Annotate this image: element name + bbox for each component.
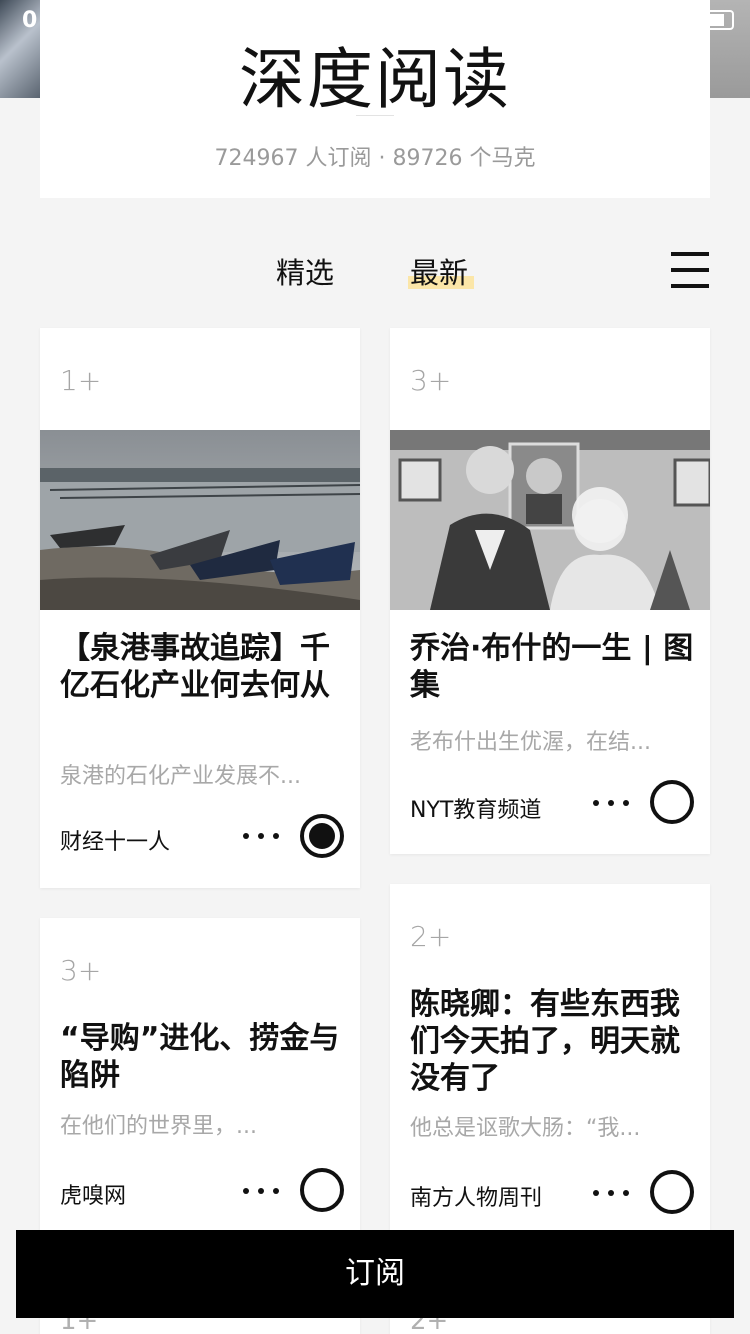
mark-toggle-icon[interactable] <box>650 780 694 824</box>
article-title[interactable]: 陈晓卿：有些东西我们今天拍了，明天就没有了 <box>410 986 695 1097</box>
mark-toggle-icon[interactable] <box>300 814 344 858</box>
more-icon[interactable] <box>593 800 633 808</box>
article-title[interactable]: 【泉港事故追踪】千亿石化产业何去何从 <box>60 630 345 704</box>
more-icon[interactable] <box>243 1188 283 1196</box>
source-name[interactable]: 南方人物周刊 <box>410 1180 542 1212</box>
source-name[interactable]: NYT教育频道 <box>410 792 541 824</box>
column-header: 深度阅读 724967 人订阅 · 89726 个马克 <box>40 0 710 198</box>
article-card[interactable]: 2+ 陈晓卿：有些东西我们今天拍了，明天就没有了 他总是讴歌大肠：“我... 南… <box>390 884 710 1230</box>
more-icon[interactable] <box>243 833 283 841</box>
status-time: 0 <box>22 8 38 33</box>
source-name[interactable]: 财经十一人 <box>60 824 170 856</box>
article-summary: 泉港的石化产业发展不... <box>60 764 301 789</box>
mark-count: 1+ <box>60 364 102 397</box>
subscribe-button[interactable]: 订阅 <box>16 1230 734 1318</box>
article-summary: 在他们的世界里，... <box>60 1114 257 1139</box>
article-title[interactable]: 乔治·布什的一生 | 图集 <box>410 630 695 704</box>
mark-toggle-icon[interactable] <box>300 1168 344 1212</box>
mark-toggle-icon[interactable] <box>650 1170 694 1214</box>
source-name[interactable]: 虎嗅网 <box>60 1178 126 1210</box>
subscriber-stats: 724967 人订阅 · 89726 个马克 <box>214 146 536 171</box>
header-divider <box>356 115 394 116</box>
shore-boats-photo <box>40 430 360 610</box>
article-card[interactable]: 1+ 【泉港事故追踪】千亿石化产业何去何从 泉港的石化产业发展不... 财经十一… <box>40 328 360 888</box>
article-card[interactable]: 3+ 乔治·布什的一生 | 图集 老布什出生优渥，在结... NYT教育频道 <box>390 328 710 854</box>
article-summary: 他总是讴歌大肠：“我... <box>410 1116 641 1141</box>
page-title: 深度阅读 <box>239 41 511 118</box>
article-summary: 老布什出生优渥，在结... <box>410 730 651 755</box>
tab-latest[interactable]: 最新 <box>410 250 468 292</box>
mark-count: 2+ <box>410 920 452 953</box>
more-icon[interactable] <box>593 1190 633 1198</box>
menu-icon[interactable] <box>671 252 709 288</box>
article-card[interactable]: 3+ “导购”进化、捞金与陷阱 在他们的世界里，... 虎嗅网 <box>40 918 360 1230</box>
mark-count: 3+ <box>60 954 102 987</box>
mark-count: 3+ <box>410 364 452 397</box>
tab-featured[interactable]: 精选 <box>276 250 334 292</box>
bush-portrait-photo <box>390 430 710 610</box>
article-title[interactable]: “导购”进化、捞金与陷阱 <box>60 1020 345 1094</box>
